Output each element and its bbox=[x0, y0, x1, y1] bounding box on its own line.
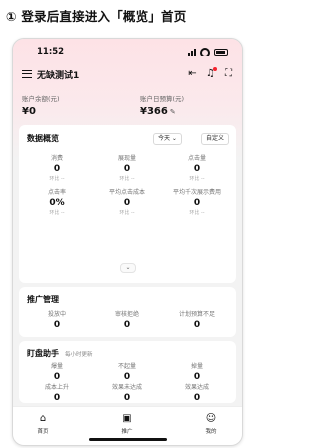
daily-budget-label: 账户日预算(元) bbox=[140, 95, 185, 103]
metric-label: 平均点击成本 bbox=[108, 189, 145, 196]
wifi-icon bbox=[200, 48, 210, 56]
tab-label: 首页 bbox=[37, 429, 49, 435]
assistant-item[interactable]: 掉量 0 bbox=[167, 361, 227, 382]
metric-label: 消费 bbox=[50, 155, 63, 162]
assistant-label: 成本上升 bbox=[44, 384, 69, 391]
balance-row: 账户余额(元) ¥0 账户日预算(元) ¥366 ✎ bbox=[22, 93, 232, 123]
promotion-item[interactable]: 计划预算不足 0 bbox=[167, 309, 227, 330]
bottom-tab-bar: ⌂ 首页 ▣ 推广 ☺ 我的 bbox=[13, 406, 242, 445]
promotion-label: 计划预算不足 bbox=[178, 311, 215, 318]
promotion-value: 0 bbox=[53, 320, 61, 330]
assistant-label: 效果未达成 bbox=[111, 384, 142, 391]
custom-range-button[interactable]: 自定义 bbox=[201, 133, 230, 145]
promotion-item[interactable]: 审核拒绝 0 bbox=[97, 309, 157, 330]
account-name[interactable]: 无缺测试1 bbox=[37, 68, 79, 81]
signal-icon bbox=[188, 49, 196, 56]
metric-label: 点击量 bbox=[187, 155, 206, 162]
account-balance-value: ¥0 bbox=[22, 106, 36, 117]
metric-compare: 环比 -- bbox=[119, 210, 135, 216]
metric-compare: 环比 -- bbox=[49, 176, 65, 182]
expand-toggle[interactable]: ⌄ bbox=[120, 263, 136, 273]
menu-icon[interactable] bbox=[22, 70, 32, 78]
metric-item[interactable]: 展现量 0 环比 -- bbox=[97, 153, 157, 182]
metric-item[interactable]: 消费 0 环比 -- bbox=[27, 153, 87, 182]
assistant-value: 0 bbox=[123, 393, 131, 403]
home-indicator bbox=[89, 438, 167, 441]
metric-compare: 环比 -- bbox=[189, 210, 205, 216]
assistant-card: 盯盘助手 每小时更新 爆量 0 不起量 0 掉量 0 成本上升 0 效果未达成 0… bbox=[19, 341, 236, 403]
account-balance-label: 账户余额(元) bbox=[22, 95, 60, 103]
promotion-label: 投放中 bbox=[47, 311, 66, 318]
assistant-value: 0 bbox=[53, 393, 61, 403]
assistant-item[interactable]: 效果未达成 0 bbox=[97, 382, 157, 403]
promotion-label: 审核拒绝 bbox=[114, 311, 139, 318]
assistant-value: 0 bbox=[193, 372, 201, 382]
promotion-item[interactable]: 投放中 0 bbox=[27, 309, 87, 330]
metric-item[interactable]: 点击率 0% 环比 -- bbox=[27, 187, 87, 216]
promotion-value: 0 bbox=[123, 320, 131, 330]
date-range-select[interactable]: 今天 ⌄ bbox=[153, 133, 182, 145]
assistant-subtitle: 每小时更新 bbox=[65, 352, 93, 358]
assistant-label: 掉量 bbox=[190, 363, 203, 370]
daily-budget-value: ¥366 bbox=[140, 106, 168, 117]
nav-actions: ⇤ ♫ ⛶ bbox=[187, 67, 234, 79]
metric-compare: 环比 -- bbox=[189, 176, 205, 182]
home-icon: ⌂ bbox=[39, 413, 47, 424]
metric-item[interactable]: 点击量 0 环比 -- bbox=[167, 153, 227, 182]
metric-value: 0 bbox=[123, 198, 131, 208]
assistant-value: 0 bbox=[123, 372, 131, 382]
metric-value: 0 bbox=[193, 198, 201, 208]
metric-label: 展现量 bbox=[117, 155, 136, 162]
metric-value: 0 bbox=[123, 164, 131, 174]
grid-icon: ▣ bbox=[122, 413, 132, 424]
metric-value: 0 bbox=[193, 164, 201, 174]
assistant-item[interactable]: 爆量 0 bbox=[27, 361, 87, 382]
tab-label: 我的 bbox=[205, 429, 217, 435]
bell-icon[interactable]: ♫ bbox=[205, 67, 217, 79]
metric-compare: 环比 -- bbox=[49, 210, 65, 216]
tab-promotion[interactable]: ▣ 推广 bbox=[107, 413, 147, 435]
metric-value: 0 bbox=[53, 164, 61, 174]
assistant-item[interactable]: 不起量 0 bbox=[97, 361, 157, 382]
status-bar: 11:52 bbox=[13, 47, 242, 61]
data-overview-card: 数据概览 今天 ⌄ 自定义 消费 0 环比 -- 展现量 0 环比 -- 点击量… bbox=[19, 125, 236, 283]
tab-label: 推广 bbox=[121, 429, 133, 435]
tab-mine[interactable]: ☺ 我的 bbox=[191, 413, 231, 435]
switch-account-icon[interactable]: ⇤ bbox=[187, 68, 198, 79]
promotion-title: 推广管理 bbox=[27, 295, 59, 304]
tab-home[interactable]: ⌂ 首页 bbox=[23, 413, 63, 435]
metric-item[interactable]: 平均点击成本 0 环比 -- bbox=[97, 187, 157, 216]
phone-screen: 11:52 无缺测试1 ⇤ ♫ ⛶ 账户余额(元) ¥0 账户日预算(元) ¥3… bbox=[12, 38, 243, 446]
assistant-title-row: 盯盘助手 每小时更新 bbox=[27, 348, 93, 359]
daily-budget-value-row[interactable]: ¥366 ✎ bbox=[140, 106, 184, 117]
page-caption: ① 登录后直接进入「概览」首页 bbox=[6, 9, 187, 24]
metric-label: 平均千次展示费用 bbox=[172, 189, 221, 196]
status-time: 11:52 bbox=[37, 47, 65, 57]
promotion-value: 0 bbox=[193, 320, 201, 330]
metric-compare: 环比 -- bbox=[119, 176, 135, 182]
promotion-card: 推广管理 投放中 0 审核拒绝 0 计划预算不足 0 bbox=[19, 287, 236, 337]
metric-item[interactable]: 平均千次展示费用 0 环比 -- bbox=[167, 187, 227, 216]
battery-icon bbox=[214, 49, 228, 56]
assistant-item[interactable]: 效果达成 0 bbox=[167, 382, 227, 403]
data-overview-title: 数据概览 bbox=[27, 134, 59, 143]
scan-icon[interactable]: ⛶ bbox=[223, 68, 234, 79]
assistant-label: 效果达成 bbox=[184, 384, 209, 391]
user-icon: ☺ bbox=[205, 413, 217, 424]
top-nav: 无缺测试1 ⇤ ♫ ⛶ bbox=[13, 67, 242, 83]
assistant-label: 不起量 bbox=[117, 363, 136, 370]
metric-label: 点击率 bbox=[47, 189, 66, 196]
system-icons bbox=[188, 48, 228, 56]
edit-icon[interactable]: ✎ bbox=[170, 108, 176, 116]
chevron-down-icon: ⌄ bbox=[125, 264, 131, 271]
assistant-label: 爆量 bbox=[50, 363, 63, 370]
daily-budget: 账户日预算(元) ¥366 ✎ bbox=[140, 93, 184, 117]
account-balance: 账户余额(元) ¥0 bbox=[22, 93, 60, 117]
metric-value: 0% bbox=[49, 198, 65, 208]
assistant-item[interactable]: 成本上升 0 bbox=[27, 382, 87, 403]
assistant-value: 0 bbox=[53, 372, 61, 382]
assistant-value: 0 bbox=[193, 393, 201, 403]
assistant-title: 盯盘助手 bbox=[27, 349, 59, 358]
